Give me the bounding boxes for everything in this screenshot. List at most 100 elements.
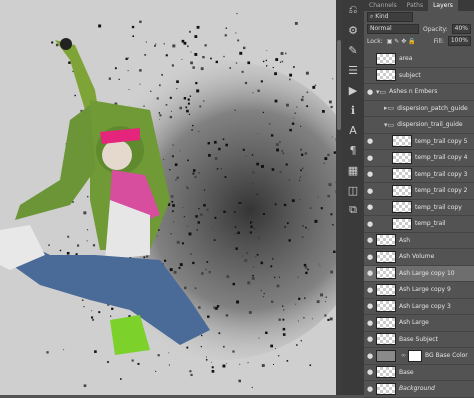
ash-particle [287, 222, 289, 224]
eye-icon[interactable]: ● [364, 154, 376, 162]
layer-row[interactable]: ●Base Subject [364, 332, 474, 349]
swatches-icon[interactable]: ▦ [342, 160, 364, 180]
ash-particle [139, 69, 142, 72]
layer-row[interactable]: ●Ash [364, 233, 474, 250]
styles-icon[interactable]: ◫ [342, 180, 364, 200]
layer-row[interactable]: ● Ash Large copy 9 [364, 282, 474, 299]
document-canvas[interactable] [0, 0, 336, 395]
eye-icon[interactable]: ● [364, 368, 376, 376]
eye-icon[interactable]: ● [364, 335, 376, 343]
ash-particle [273, 67, 274, 68]
ash-particle [158, 229, 160, 231]
lock-icon[interactable]: ▣ ✎ ✥ 🔒 [387, 38, 416, 45]
ash-particle [302, 225, 304, 227]
ash-particle [310, 207, 312, 209]
layers-panel: Channels Paths Layers ⌕ Kind Normal Opac… [364, 0, 474, 395]
layer-list: area subject ●▾▭Ashes n Embers ▸▭dispers… [364, 51, 474, 398]
layer-row-selected[interactable]: ●Ash Large copy 10 [364, 266, 474, 283]
layer-row[interactable]: ●temp_trail copy 3 [364, 167, 474, 184]
layer-row[interactable]: ●temp_trail copy 5 [364, 134, 474, 151]
adjust-icon[interactable]: ⚙ [342, 20, 364, 40]
eye-icon[interactable]: ● [364, 302, 376, 310]
eye-icon[interactable]: ● [364, 187, 376, 195]
paragraph-icon[interactable]: ¶ [342, 140, 364, 160]
ash-particle [283, 328, 286, 331]
properties-icon[interactable]: ☰ [342, 60, 364, 80]
ash-particle [308, 229, 309, 230]
layer-name: Ash Large copy 9 [399, 286, 451, 293]
layer-row[interactable]: ●temp_trail copy [364, 200, 474, 217]
ash-particle [323, 163, 324, 164]
ash-particle [261, 80, 263, 82]
layer-row[interactable]: ●Base [364, 365, 474, 382]
tab-layers[interactable]: Layers [428, 0, 458, 11]
eye-icon[interactable]: ● [364, 286, 376, 294]
ash-particle [280, 62, 281, 63]
layer-row[interactable]: ●∞BG Base Color [364, 348, 474, 365]
ash-particle [330, 271, 333, 274]
layer-row[interactable]: ●Ash Volume [364, 249, 474, 266]
layer-name: Ash Large [399, 319, 429, 326]
layer-comps-icon[interactable]: ⧉ [342, 200, 364, 220]
ash-particle [201, 67, 204, 70]
fill-input[interactable]: 100% [448, 36, 471, 46]
ash-particle [87, 240, 88, 241]
ash-particle [203, 100, 204, 101]
ash-particle [206, 261, 208, 263]
layer-row[interactable]: ●Ash Large copy 3 [364, 299, 474, 316]
ash-particle [261, 198, 262, 199]
eye-icon[interactable]: ● [364, 137, 376, 145]
layer-row[interactable]: ●▾▭Ashes n Embers [364, 84, 474, 101]
ash-particle [247, 281, 250, 284]
opacity-label: Opacity: [423, 26, 448, 33]
ash-particle [318, 196, 319, 197]
layer-row[interactable]: ▾▭dispersion_trail_guide [364, 117, 474, 134]
info-icon[interactable]: ℹ [342, 100, 364, 120]
filter-kind-select[interactable]: ⌕ Kind [367, 12, 413, 22]
eye-icon[interactable]: ● [364, 220, 376, 228]
ash-particle [302, 168, 303, 169]
ash-particle [235, 233, 238, 236]
history-icon[interactable]: ⎌ [342, 0, 364, 20]
scrollbar-thumb[interactable] [337, 40, 341, 130]
eye-icon[interactable]: ● [364, 319, 376, 327]
ash-particle [144, 54, 146, 56]
ash-particle [314, 220, 317, 223]
ash-particle [218, 148, 220, 150]
ash-particle [279, 319, 281, 321]
blend-mode-select[interactable]: Normal [367, 24, 419, 34]
ash-particle [164, 260, 166, 262]
ash-particle [189, 232, 192, 235]
brush-icon[interactable]: ✎ [342, 40, 364, 60]
ash-particle [223, 211, 225, 213]
opacity-input[interactable]: 40% [452, 24, 471, 34]
ash-particle [320, 266, 321, 267]
ash-particle [187, 45, 189, 47]
ash-particle [250, 226, 252, 228]
eye-icon[interactable]: ● [364, 203, 376, 211]
layer-row[interactable]: ●Background [364, 381, 474, 398]
ash-particle [233, 283, 235, 285]
ash-particle [271, 301, 273, 303]
eye-icon[interactable]: ● [364, 269, 376, 277]
ash-particle [295, 304, 296, 305]
eye-icon[interactable]: ● [364, 253, 376, 261]
ash-particle [284, 204, 286, 206]
eye-icon[interactable]: ● [364, 352, 376, 360]
tab-paths[interactable]: Paths [402, 0, 428, 11]
layer-row[interactable]: ●temp_trail [364, 216, 474, 233]
layer-row[interactable]: ● Ash Large [364, 315, 474, 332]
tab-channels[interactable]: Channels [364, 0, 402, 11]
eye-icon[interactable]: ● [364, 385, 376, 393]
eye-icon[interactable]: ● [364, 170, 376, 178]
character-icon[interactable]: A [342, 120, 364, 140]
layer-row[interactable]: ●temp_trail copy 4 [364, 150, 474, 167]
layer-row[interactable]: area [364, 51, 474, 68]
actions-icon[interactable]: ▶ [342, 80, 364, 100]
ash-particle [274, 72, 277, 75]
eye-icon[interactable]: ● [364, 88, 376, 96]
layer-row[interactable]: subject [364, 68, 474, 85]
layer-row[interactable]: ●temp_trail copy 2 [364, 183, 474, 200]
layer-row[interactable]: ▸▭dispersion_patch_guide [364, 101, 474, 118]
eye-icon[interactable]: ● [364, 236, 376, 244]
